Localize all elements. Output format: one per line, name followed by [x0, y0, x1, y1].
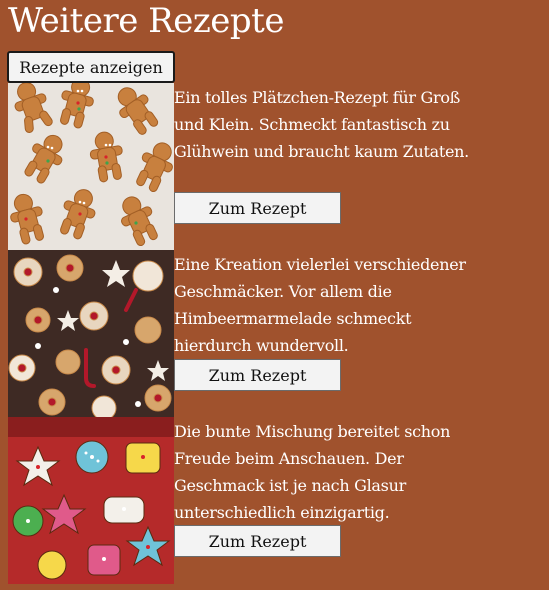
recipe-image-iced-cookies: [8, 417, 174, 584]
recipe-card: Eine Kreation vielerlei verschiedener Ge…: [8, 250, 549, 417]
to-recipe-button[interactable]: Zum Rezept: [174, 192, 341, 224]
recipe-description: Die bunte Mischung bereitet schon Freude…: [174, 422, 451, 522]
recipe-description: Eine Kreation vielerlei verschiedener Ge…: [174, 255, 466, 355]
recipe-description: Ein tolles Plätzchen-Rezept für Groß und…: [174, 88, 469, 161]
recipe-image-gingerbread: [8, 83, 174, 250]
to-recipe-button[interactable]: Zum Rezept: [174, 359, 341, 391]
show-recipes-button[interactable]: Rezepte anzeigen: [7, 51, 175, 83]
recipe-image-mixed-cookies: [8, 250, 174, 417]
recipe-card: Die bunte Mischung bereitet schon Freude…: [8, 417, 549, 584]
recipe-card: Ein tolles Plätzchen-Rezept für Groß und…: [8, 83, 549, 250]
to-recipe-button[interactable]: Zum Rezept: [174, 525, 341, 557]
page-title: Weitere Rezepte: [8, 1, 284, 41]
